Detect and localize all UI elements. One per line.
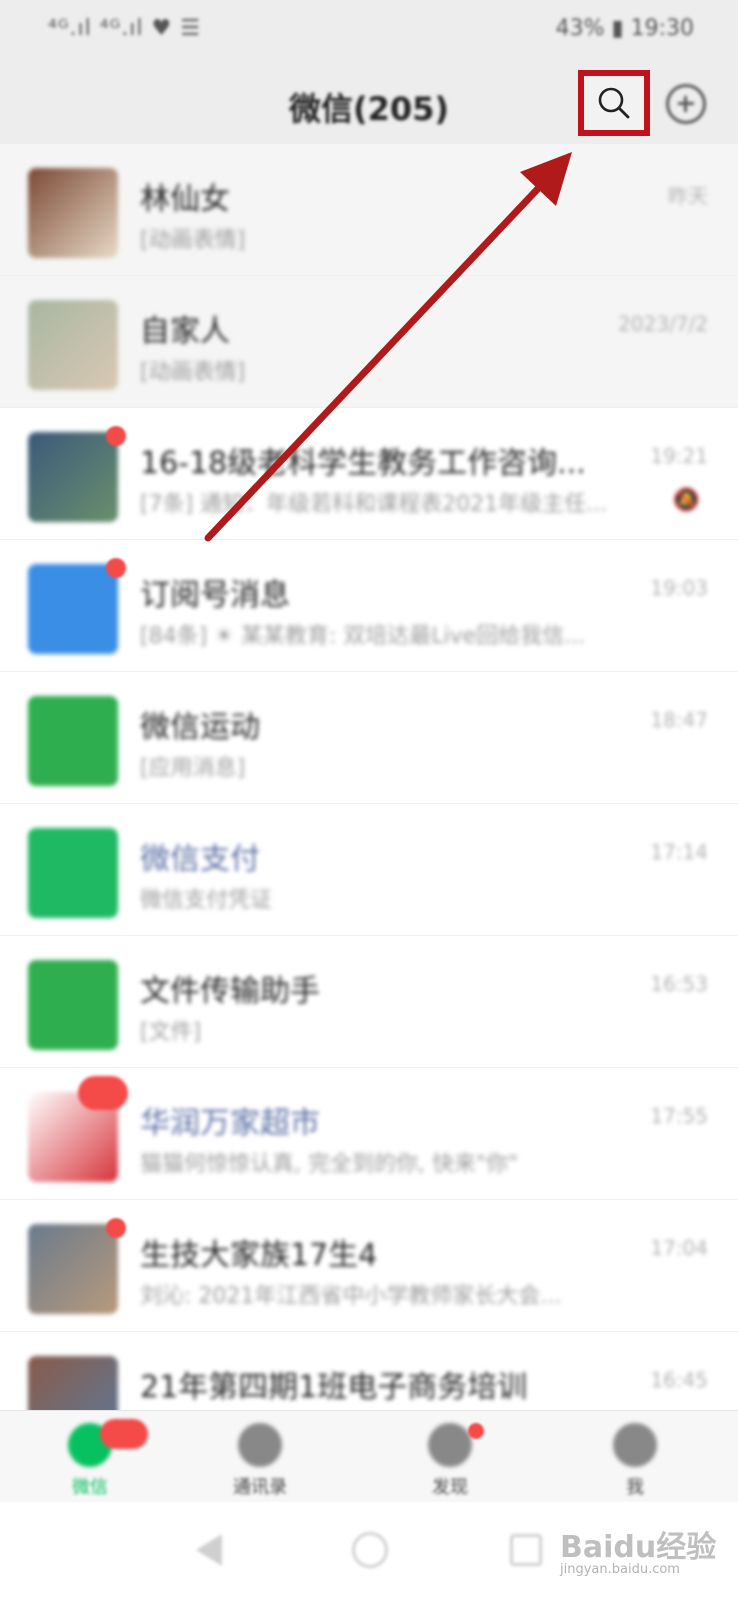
tab-bar: 微信 通讯录 发现 我: [0, 1410, 738, 1502]
chat-list-item[interactable]: 16-18级老科学生教务工作咨询... [7条] 通知：年级若科和课程表2021年…: [0, 408, 738, 540]
chat-preview: [应用消息]: [140, 756, 246, 781]
tab-label: 发现: [432, 1477, 468, 1498]
search-button[interactable]: [578, 70, 650, 136]
plus-circle-icon[interactable]: [666, 84, 706, 124]
system-nav-bar: Baidu经验 jingyan.baidu.com: [0, 1502, 738, 1600]
chat-list-item[interactable]: 华润万家超市猫猫何惊惊认真, 完全到的你, 快来"你" 17:55: [0, 1068, 738, 1200]
signal-indicators: ⁴ᴳ.ıl ⁴ᴳ.ıl ♥ ☰: [48, 16, 201, 41]
mute-bell-icon: 🔕: [672, 488, 700, 513]
app-header: 微信(205): [0, 62, 738, 144]
tab-1[interactable]: 微信: [30, 1419, 150, 1503]
chat-time: 19:21: [650, 444, 708, 468]
compass-icon: [428, 1423, 472, 1467]
chat-preview: 微信支付凭证: [140, 888, 273, 913]
status-bar: ⁴ᴳ.ıl ⁴ᴳ.ıl ♥ ☰ 43% ▮ 19:30: [0, 0, 738, 62]
avatar: [28, 960, 118, 1050]
chat-time: 19:03: [650, 576, 708, 600]
chat-time: 18:47: [650, 708, 708, 732]
contacts-icon: [238, 1423, 282, 1467]
chat-name: 生技大家族17生4: [140, 1238, 378, 1273]
avatar: [28, 300, 118, 390]
chat-preview: [动画表情]: [140, 360, 246, 385]
avatar: [28, 564, 118, 654]
chat-name: 21年第四期1班电子商务培训: [140, 1370, 528, 1405]
chat-preview: [7条] 通知：年级若科和课程表2021年级主任...: [140, 492, 608, 517]
chat-preview: 刘沁: 2021年江西省中小学教师家长大会...: [140, 1284, 562, 1309]
avatar: [28, 1356, 118, 1410]
watermark: Baidu经验: [560, 1530, 717, 1565]
chat-name: 自家人: [140, 314, 230, 349]
back-triangle-icon[interactable]: [196, 1534, 222, 1566]
avatar: [28, 1224, 118, 1314]
chat-list-item[interactable]: 文件传输助手 [文件] 16:53: [0, 936, 738, 1068]
chat-time: 17:14: [650, 840, 708, 864]
chat-name: 16-18级老科学生教务工作咨询...: [140, 446, 586, 481]
tab-label: 我: [626, 1477, 644, 1498]
tab-4[interactable]: 我: [575, 1419, 695, 1503]
tab-2[interactable]: 通讯录: [200, 1419, 320, 1503]
chat-time: 17:04: [650, 1236, 708, 1260]
chat-name: 订阅号消息: [140, 578, 290, 613]
chat-time: 16:45: [650, 1368, 708, 1392]
unread-dot-badge: [106, 426, 126, 446]
chat-list-item[interactable]: 微信运动 [应用消息] 18:47: [0, 672, 738, 804]
chat-list-item[interactable]: 微信支付微信支付凭证 17:14: [0, 804, 738, 936]
recent-square-icon[interactable]: [510, 1534, 542, 1566]
chat-preview: 猫猫何惊惊认真, 完全到的你, 快来"你": [140, 1152, 519, 1177]
watermark-url: jingyan.baidu.com: [560, 1562, 680, 1577]
chat-preview: [84条] ☀ 某某教育: 双培达最Live回给我信...: [140, 624, 586, 649]
chat-list-item[interactable]: 生技大家族17生4 刘沁: 2021年江西省中小学教师家长大会... 17:04: [0, 1200, 738, 1332]
unread-dot-badge: [106, 1218, 126, 1238]
chat-name: 林仙女: [140, 182, 230, 217]
person-icon: [613, 1423, 657, 1467]
unread-count-badge: [78, 1076, 128, 1110]
chat-name: 文件传输助手: [140, 974, 320, 1009]
chat-name: 微信支付: [140, 842, 260, 877]
chat-list-item[interactable]: 订阅号消息 [84条] ☀ 某某教育: 双培达最Live回给我信... 19:03: [0, 540, 738, 672]
chat-name: 华润万家超市: [140, 1106, 320, 1141]
chat-list-item[interactable]: 自家人 [动画表情] 2023/7/2: [0, 276, 738, 408]
avatar: [28, 432, 118, 522]
chat-preview: [动画表情]: [140, 228, 246, 253]
home-circle-icon[interactable]: [352, 1532, 388, 1568]
search-icon: [598, 87, 630, 119]
tab-label: 通讯录: [233, 1477, 287, 1498]
chat-time: 昨天: [668, 184, 708, 208]
avatar: [28, 696, 118, 786]
unread-dot-badge: [106, 558, 126, 578]
chat-preview: [文件]: [140, 1020, 202, 1045]
chat-time: 17:55: [650, 1104, 708, 1128]
chat-name: 微信运动: [140, 710, 260, 745]
chat-list-item[interactable]: 21年第四期1班电子商务培训 16:45: [0, 1332, 738, 1410]
tab-label: 微信: [72, 1477, 108, 1498]
tab-3[interactable]: 发现: [390, 1419, 510, 1503]
chat-time: 16:53: [650, 972, 708, 996]
battery-clock: 43% ▮ 19:30: [555, 16, 694, 41]
chat-time: 2023/7/2: [618, 312, 708, 336]
tab-dot-badge: [468, 1423, 484, 1439]
avatar: [28, 168, 118, 258]
chat-list: 林仙女 [动画表情] 昨天自家人 [动画表情] 2023/7/2 16-18级老科学生教务…: [0, 144, 738, 1410]
tab-unread-badge: [100, 1419, 148, 1449]
avatar: [28, 828, 118, 918]
chat-list-item[interactable]: 林仙女 [动画表情] 昨天: [0, 144, 738, 276]
